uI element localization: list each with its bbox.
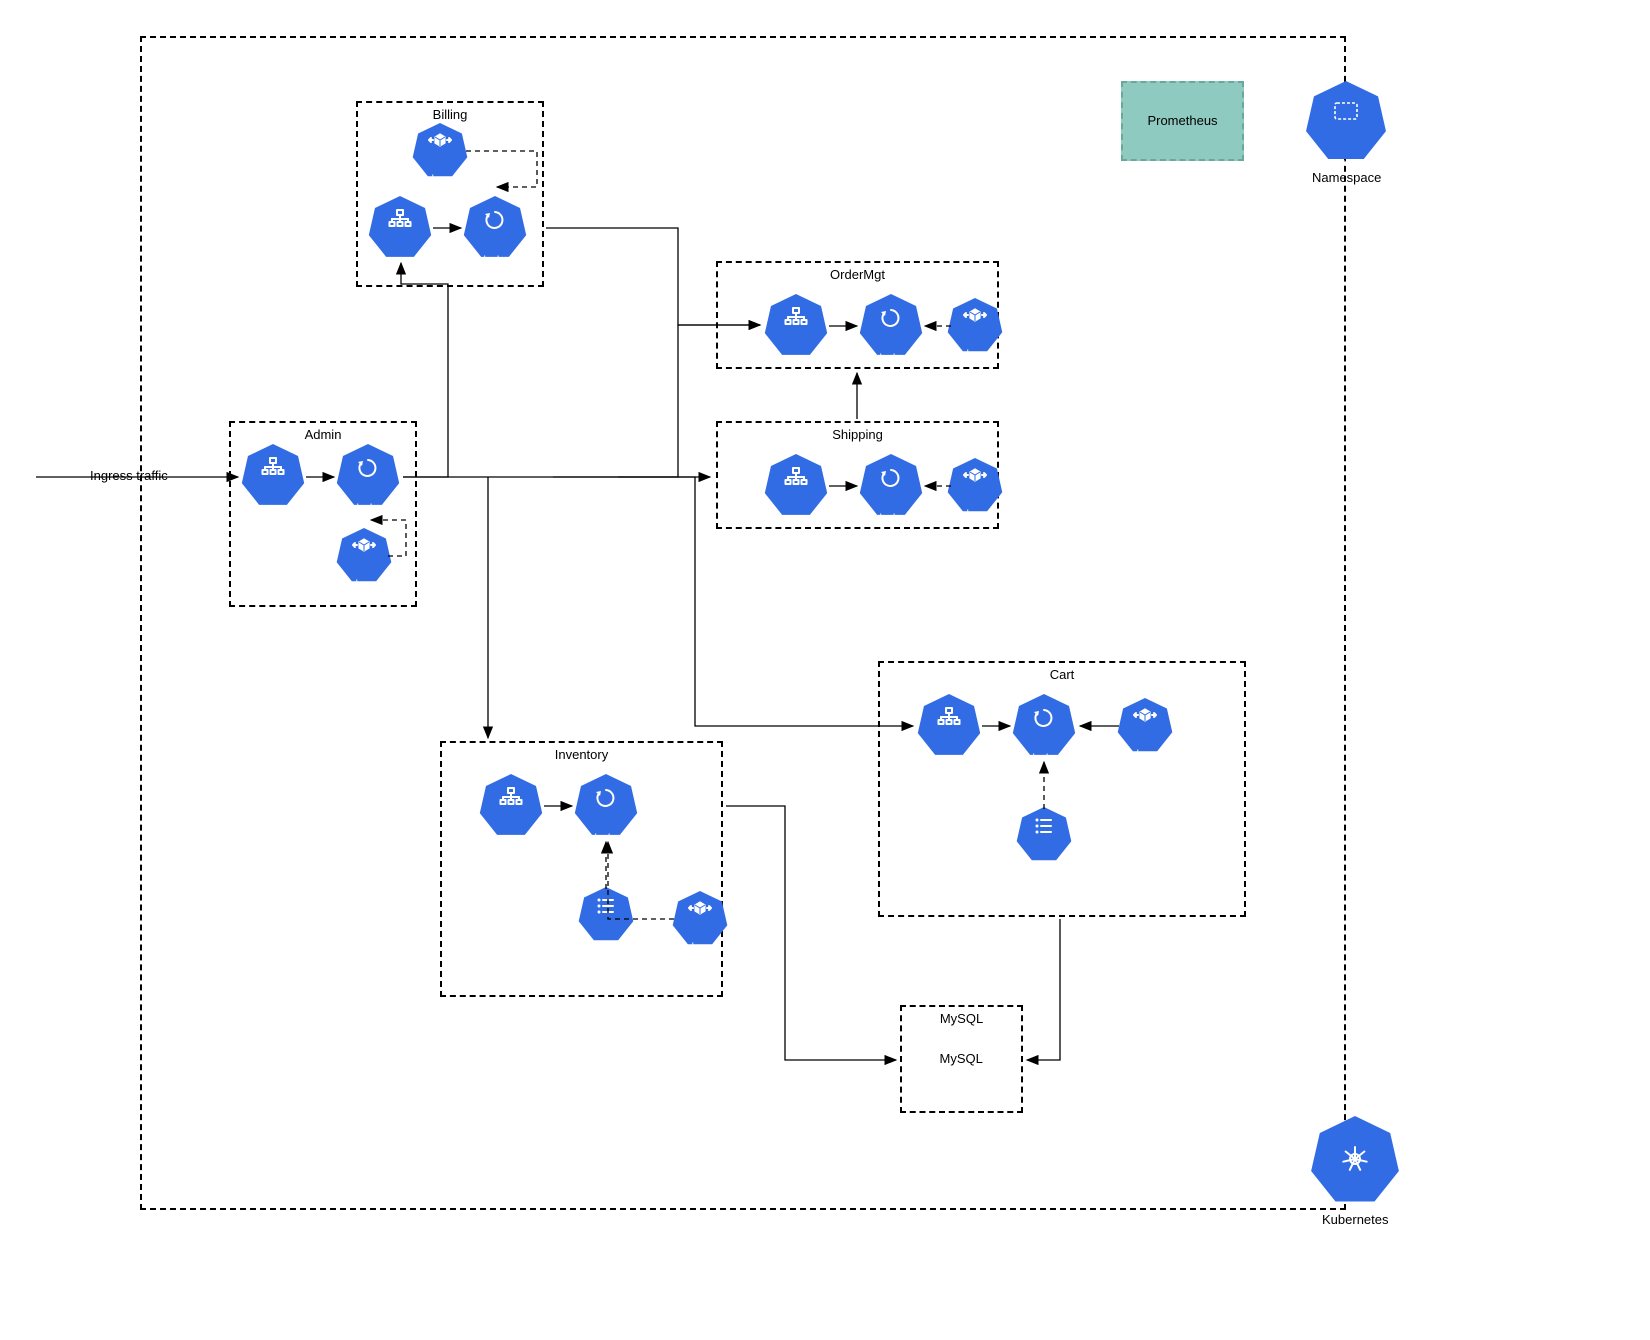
ingress-label: Ingress traffic xyxy=(90,468,168,483)
node-admin_deploy: deploy xyxy=(336,444,400,508)
kubernetes-label: Kubernetes xyxy=(1322,1212,1389,1227)
group-title-inventory: Inventory xyxy=(555,747,608,762)
group-title-shipping: Shipping xyxy=(832,427,883,442)
group-title-mysql: MySQL xyxy=(940,1011,983,1026)
group-title-prometheus: Prometheus xyxy=(1147,113,1217,128)
diagram-canvas: BillingAdminOrderMgtShippingInventoryCar… xyxy=(0,0,1650,1340)
node-order_svc: svc xyxy=(764,294,828,358)
hept-label: ns xyxy=(1341,159,1352,169)
hept-label: cm xyxy=(1037,859,1050,869)
group-prometheus: Prometheus xyxy=(1121,81,1244,161)
node-cart_cm: cm xyxy=(1016,807,1072,863)
node-cart_hpa: hpa xyxy=(1117,698,1173,754)
hept-label: deploy xyxy=(353,504,382,514)
group-namespace xyxy=(140,36,1346,1210)
node-inv_deploy: deploy xyxy=(574,774,638,838)
node-inv_hpa: hpa xyxy=(672,891,728,947)
node-billing_hpa: hpa xyxy=(412,123,468,179)
hept-label: hpa xyxy=(432,175,449,185)
hept-label: svc xyxy=(393,256,408,266)
hept-label: deploy xyxy=(591,834,620,844)
kubernetes-logo-icon xyxy=(1310,1116,1400,1206)
legend-namespace-icon: ns xyxy=(1305,81,1387,163)
node-cart_deploy: deploy xyxy=(1012,694,1076,758)
node-inv_svc: svc xyxy=(479,774,543,838)
hept-label: svc xyxy=(942,754,957,764)
hept-label: hpa xyxy=(692,943,709,953)
legend-namespace-label: Namespace xyxy=(1312,170,1381,185)
node-billing_deploy: deploy xyxy=(463,196,527,260)
node-inv_cm: cm xyxy=(578,887,634,943)
hept-label: cm xyxy=(599,939,612,949)
hept-label: hpa xyxy=(967,510,984,520)
group-title-cart: Cart xyxy=(1050,667,1075,682)
hept-label: svc xyxy=(789,354,804,364)
node-cart_svc: svc xyxy=(917,694,981,758)
hept-label: hpa xyxy=(356,580,373,590)
group-title-ordermgt: OrderMgt xyxy=(830,267,885,282)
node-admin_hpa: hpa xyxy=(336,528,392,584)
hept-label: hpa xyxy=(1137,750,1154,760)
node-admin_svc: svc xyxy=(241,444,305,508)
node-ship_hpa: hpa xyxy=(947,458,1003,514)
hept-label: deploy xyxy=(1029,754,1058,764)
node-ship_svc: svc xyxy=(764,454,828,518)
mysql-label: MySQL xyxy=(940,1051,983,1066)
hept-label: deploy xyxy=(480,256,509,266)
hept-label: deploy xyxy=(876,354,905,364)
hept-label: svc xyxy=(789,514,804,524)
node-order_hpa: hpa xyxy=(947,298,1003,354)
node-order_deploy: deploy xyxy=(859,294,923,358)
node-billing_svc: svc xyxy=(368,196,432,260)
node-ship_deploy: deploy xyxy=(859,454,923,518)
hept-label: svc xyxy=(266,504,281,514)
hept-label: hpa xyxy=(967,350,984,360)
hept-label: deploy xyxy=(876,514,905,524)
hept-label: svc xyxy=(504,834,519,844)
